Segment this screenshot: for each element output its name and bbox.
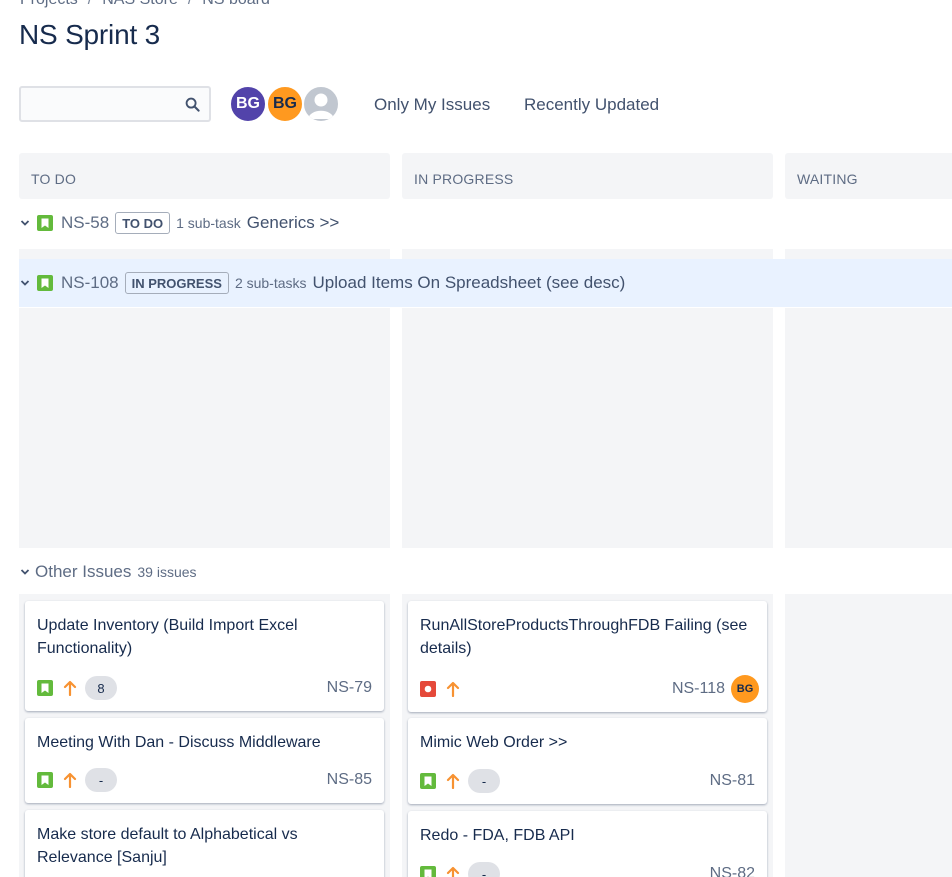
priority-high-icon — [63, 680, 77, 696]
breadcrumb: Projects / NAS Store / NS board — [20, 0, 270, 9]
chevron-down-icon[interactable] — [19, 566, 31, 578]
swimlane-cell-todo — [19, 249, 390, 259]
swimlane-summary: Upload Items On Spreadsheet (see desc) — [312, 273, 626, 292]
breadcrumb-project[interactable]: NAS Store — [102, 0, 178, 8]
story-icon — [37, 215, 53, 231]
estimate-badge: - — [468, 862, 500, 877]
breadcrumb-projects[interactable]: Projects — [20, 0, 78, 8]
card-summary: Update Inventory (Build Import Excel Fun… — [37, 617, 298, 657]
story-icon — [37, 680, 53, 696]
card-summary: Mimic Web Order >> — [420, 734, 568, 751]
status-badge: IN PROGRESS — [124, 272, 229, 294]
avatar-filter-user-2[interactable]: BG — [266, 85, 304, 123]
estimate-badge: - — [85, 768, 117, 792]
search-input[interactable] — [21, 88, 176, 120]
card-summary: Meeting With Dan - Discuss Middleware — [37, 734, 321, 751]
card-issue-key[interactable]: NS-82 — [710, 865, 755, 877]
swimlane-summary: Generics >> — [246, 213, 340, 232]
avatar-filter-user-1[interactable]: BG — [229, 85, 267, 123]
subtask-count: 1 sub-task — [176, 215, 241, 231]
quick-filter-only-my-issues[interactable]: Only My Issues — [374, 95, 490, 115]
issue-count: 39 issues — [137, 564, 197, 580]
breadcrumb-separator: / — [188, 0, 192, 8]
breadcrumb-separator: / — [88, 0, 92, 8]
chevron-down-icon[interactable] — [19, 277, 31, 289]
priority-high-icon — [63, 772, 77, 788]
bug-icon — [420, 681, 436, 697]
card-issue-key[interactable]: NS-118 — [672, 680, 725, 698]
other-issues-label: Other Issues — [35, 562, 132, 581]
column-header-todo: TO DO — [19, 153, 390, 199]
swimlane-cell-in-progress — [402, 249, 773, 259]
issue-card[interactable]: Update Inventory (Build Import Excel Fun… — [25, 601, 384, 711]
estimate-badge: - — [468, 769, 500, 793]
story-icon — [37, 275, 53, 291]
swimlane-cell-waiting — [785, 249, 952, 259]
swimlane-cell-todo — [19, 308, 390, 548]
issue-card[interactable]: Mimic Web Order >> - NS-81 — [408, 718, 767, 804]
search-icon — [185, 97, 200, 112]
status-badge: TO DO — [115, 212, 171, 234]
card-summary: RunAllStoreProductsThroughFDB Failing (s… — [420, 617, 748, 657]
issue-card[interactable]: RunAllStoreProductsThroughFDB Failing (s… — [408, 601, 767, 712]
card-issue-key[interactable]: NS-85 — [327, 771, 372, 789]
chevron-down-icon[interactable] — [19, 217, 31, 229]
subtask-count: 2 sub-tasks — [234, 275, 307, 291]
assignee-avatar[interactable]: BG — [731, 675, 759, 703]
swimlane-cell-in-progress — [402, 308, 773, 548]
priority-high-icon — [446, 681, 460, 697]
issue-card[interactable]: Redo - FDA, FDB API - NS-82 — [408, 811, 767, 877]
quick-filter-recently-updated[interactable]: Recently Updated — [524, 95, 659, 115]
swimlane-issue-key[interactable]: NS-108 — [61, 273, 119, 293]
story-icon — [420, 773, 436, 789]
card-summary: Redo - FDA, FDB API — [420, 827, 575, 844]
swimlane-ns-108[interactable]: NS-108 IN PROGRESS 2 sub-tasks Upload It… — [19, 259, 952, 307]
breadcrumb-board[interactable]: NS board — [202, 0, 270, 8]
swimlane-ns-58[interactable]: NS-58 TO DO 1 sub-task Generics >> — [19, 203, 339, 243]
swimlane-other-issues[interactable]: Other Issues 39 issues — [19, 552, 203, 592]
column-waiting — [785, 594, 952, 877]
user-placeholder-icon — [308, 93, 334, 119]
issue-card[interactable]: Meeting With Dan - Discuss Middleware - … — [25, 718, 384, 803]
priority-high-icon — [446, 773, 460, 789]
card-issue-key[interactable]: NS-81 — [710, 772, 755, 790]
card-issue-key[interactable]: NS-79 — [327, 679, 372, 697]
swimlane-cell-waiting — [785, 308, 952, 548]
page-title: NS Sprint 3 — [19, 19, 160, 50]
priority-high-icon — [446, 866, 460, 877]
column-header-waiting: WAITING — [785, 153, 952, 199]
story-icon — [37, 772, 53, 788]
swimlane-issue-key[interactable]: NS-58 — [61, 213, 109, 233]
estimate-badge: 8 — [85, 676, 117, 700]
column-header-in-progress: IN PROGRESS — [402, 153, 773, 199]
card-summary: Make store default to Alphabetical vs Re… — [37, 826, 298, 866]
story-icon — [420, 866, 436, 877]
search-field[interactable] — [19, 86, 211, 122]
avatar-filter-unassigned[interactable] — [302, 85, 340, 123]
issue-card[interactable]: Make store default to Alphabetical vs Re… — [25, 810, 384, 877]
